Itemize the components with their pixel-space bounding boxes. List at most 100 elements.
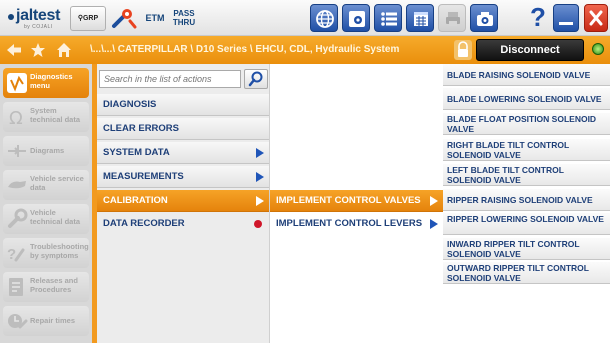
value-item[interactable]: BLADE RAISING SOLENOID VALVE bbox=[443, 64, 610, 86]
sidebar-item-system-technical-data[interactable]: Ω System technical data bbox=[3, 102, 89, 132]
disconnect-button[interactable]: Disconnect bbox=[476, 39, 584, 61]
breadcrumb-bar: \...\...\ CATERPILLAR \ D10 Series \ EHC… bbox=[0, 36, 610, 64]
logo-subtitle: by COJALI bbox=[24, 24, 53, 30]
lock-button[interactable] bbox=[454, 40, 472, 60]
minimize-button[interactable] bbox=[553, 4, 579, 32]
grp-label: GRP bbox=[82, 15, 99, 22]
sidebar-label: Diagnostics menu bbox=[30, 72, 73, 90]
logo-dot bbox=[8, 14, 14, 20]
etm-button[interactable]: ETM bbox=[141, 6, 169, 31]
chevron-right-icon bbox=[256, 172, 264, 182]
magnifier-icon bbox=[248, 71, 263, 87]
repair-time-icon bbox=[8, 314, 28, 329]
pass-thru-button[interactable]: PASS THRU bbox=[169, 6, 199, 31]
action-clear-errors[interactable]: CLEAR ERRORS bbox=[97, 118, 269, 140]
sidebar-item-vehicle-technical-data[interactable]: Vehicle technical data bbox=[3, 204, 89, 234]
value-item[interactable]: OUTWARD RIPPER TILT CONTROL SOLENOID VAL… bbox=[443, 262, 610, 284]
diagram-icon bbox=[8, 145, 26, 157]
tool-button[interactable] bbox=[110, 6, 138, 31]
sidebar-label: Releases and Procedures bbox=[30, 276, 78, 294]
subaction-label: IMPLEMENT CONTROL LEVERS bbox=[276, 218, 423, 229]
logo-text: jaltest bbox=[16, 7, 61, 24]
minimize-icon bbox=[559, 22, 573, 25]
print-button[interactable] bbox=[438, 4, 466, 32]
eye-icon bbox=[349, 11, 365, 27]
help-button[interactable]: ? bbox=[527, 2, 549, 32]
list-icon bbox=[381, 12, 397, 26]
home-icon[interactable] bbox=[56, 42, 72, 58]
action-label: MEASUREMENTS bbox=[103, 171, 184, 182]
favorite-star-icon[interactable] bbox=[30, 42, 46, 58]
action-measurements[interactable]: MEASUREMENTS bbox=[97, 166, 269, 188]
sidebar-item-diagnostics-menu[interactable]: Diagnostics menu bbox=[3, 68, 89, 98]
action-diagnosis[interactable]: DIAGNOSIS bbox=[97, 94, 269, 116]
screenshot-button[interactable] bbox=[470, 4, 498, 32]
search-input[interactable] bbox=[99, 70, 241, 88]
close-button[interactable] bbox=[584, 4, 608, 32]
sidebar-label: Vehicle technical data bbox=[30, 208, 81, 226]
value-item[interactable]: RIPPER LOWERING SOLENOID VALVE bbox=[443, 213, 610, 235]
value-item[interactable]: BLADE FLOAT POSITION SOLENOID VALVE bbox=[443, 113, 610, 135]
sidebar-label: Vehicle service data bbox=[30, 174, 84, 192]
action-system-data[interactable]: SYSTEM DATA bbox=[97, 142, 269, 164]
jaltest-logo: jaltest by COJALI bbox=[6, 7, 66, 31]
sidebar: Diagnostics menu Ω System technical data… bbox=[0, 64, 92, 343]
sidebar-item-vehicle-service-data[interactable]: Vehicle service data bbox=[3, 170, 89, 200]
help-icon: ? bbox=[530, 2, 546, 32]
value-item[interactable]: BLADE LOWERING SOLENOID VALVE bbox=[443, 88, 610, 110]
subaction-implement-control-valves[interactable]: IMPLEMENT CONTROL VALVES bbox=[270, 190, 443, 212]
value-item[interactable]: INWARD RIPPER TILT CONTROL SOLENOID VALV… bbox=[443, 238, 610, 260]
top-toolbar: jaltest by COJALI ⚲GRP ETM PASS THRU ? bbox=[0, 0, 610, 36]
action-data-recorder[interactable]: DATA RECORDER bbox=[97, 213, 269, 235]
search-button[interactable] bbox=[244, 69, 268, 89]
tool-icon bbox=[112, 9, 137, 29]
calendar-button[interactable] bbox=[406, 4, 434, 32]
action-calibration[interactable]: CALIBRATION bbox=[97, 190, 269, 212]
viewer-button[interactable] bbox=[342, 4, 370, 32]
chevron-right-icon bbox=[430, 196, 438, 206]
action-label: CALIBRATION bbox=[103, 195, 168, 206]
diagnostics-icon bbox=[7, 73, 27, 93]
svg-text:Ω: Ω bbox=[9, 108, 23, 128]
pass-label: PASS bbox=[173, 9, 195, 18]
etm-label: ETM bbox=[145, 13, 165, 23]
globe-button[interactable] bbox=[310, 4, 338, 32]
record-dot-icon bbox=[254, 220, 262, 228]
value-item[interactable]: RIPPER RAISING SOLENOID VALVE bbox=[443, 189, 610, 211]
sidebar-item-troubleshooting[interactable]: ? Troubleshooting by symptoms bbox=[3, 238, 89, 268]
value-item[interactable]: RIGHT BLADE TILT CONTROL SOLENOID VALVE bbox=[443, 139, 610, 161]
chevron-right-icon bbox=[430, 219, 438, 229]
value-item[interactable]: LEFT BLADE TILT CONTROL SOLENOID VALVE bbox=[443, 164, 610, 186]
camera-icon bbox=[477, 12, 493, 26]
chevron-right-icon bbox=[256, 196, 264, 206]
sidebar-label: System technical data bbox=[30, 106, 81, 124]
sidebar-item-diagrams[interactable]: Diagrams bbox=[3, 136, 89, 166]
wrench-icon bbox=[8, 208, 28, 228]
globe-icon bbox=[316, 10, 334, 28]
sidebar-item-releases-procedures[interactable]: Releases and Procedures bbox=[3, 272, 89, 302]
troubleshooting-icon: ? bbox=[7, 246, 25, 263]
thru-label: THRU bbox=[172, 18, 196, 27]
sidebar-label: Repair times bbox=[30, 316, 76, 325]
subaction-implement-control-levers[interactable]: IMPLEMENT CONTROL LEVERS bbox=[270, 213, 443, 235]
chevron-right-icon bbox=[256, 148, 264, 158]
grp-search-button[interactable]: ⚲GRP bbox=[70, 6, 106, 31]
sidebar-label: Diagrams bbox=[30, 146, 65, 155]
procedures-icon bbox=[9, 278, 23, 296]
breadcrumb-path: \...\...\ CATERPILLAR \ D10 Series \ EHC… bbox=[90, 44, 400, 55]
omega-icon: Ω bbox=[9, 108, 23, 128]
action-label: DIAGNOSIS bbox=[103, 99, 157, 110]
list-button[interactable] bbox=[374, 4, 402, 32]
service-icon bbox=[8, 181, 26, 189]
print-icon bbox=[446, 12, 460, 26]
back-arrow-icon[interactable] bbox=[6, 42, 22, 58]
close-icon bbox=[589, 10, 603, 26]
sidebar-label: Troubleshooting by symptoms bbox=[30, 242, 89, 260]
lock-icon bbox=[458, 41, 468, 57]
action-label: CLEAR ERRORS bbox=[103, 123, 180, 134]
connection-status-indicator bbox=[592, 43, 604, 55]
action-label: DATA RECORDER bbox=[103, 218, 185, 229]
sidebar-item-repair-times[interactable]: Repair times bbox=[3, 306, 89, 336]
svg-text:?: ? bbox=[530, 2, 546, 32]
subaction-label: IMPLEMENT CONTROL VALVES bbox=[276, 195, 421, 206]
